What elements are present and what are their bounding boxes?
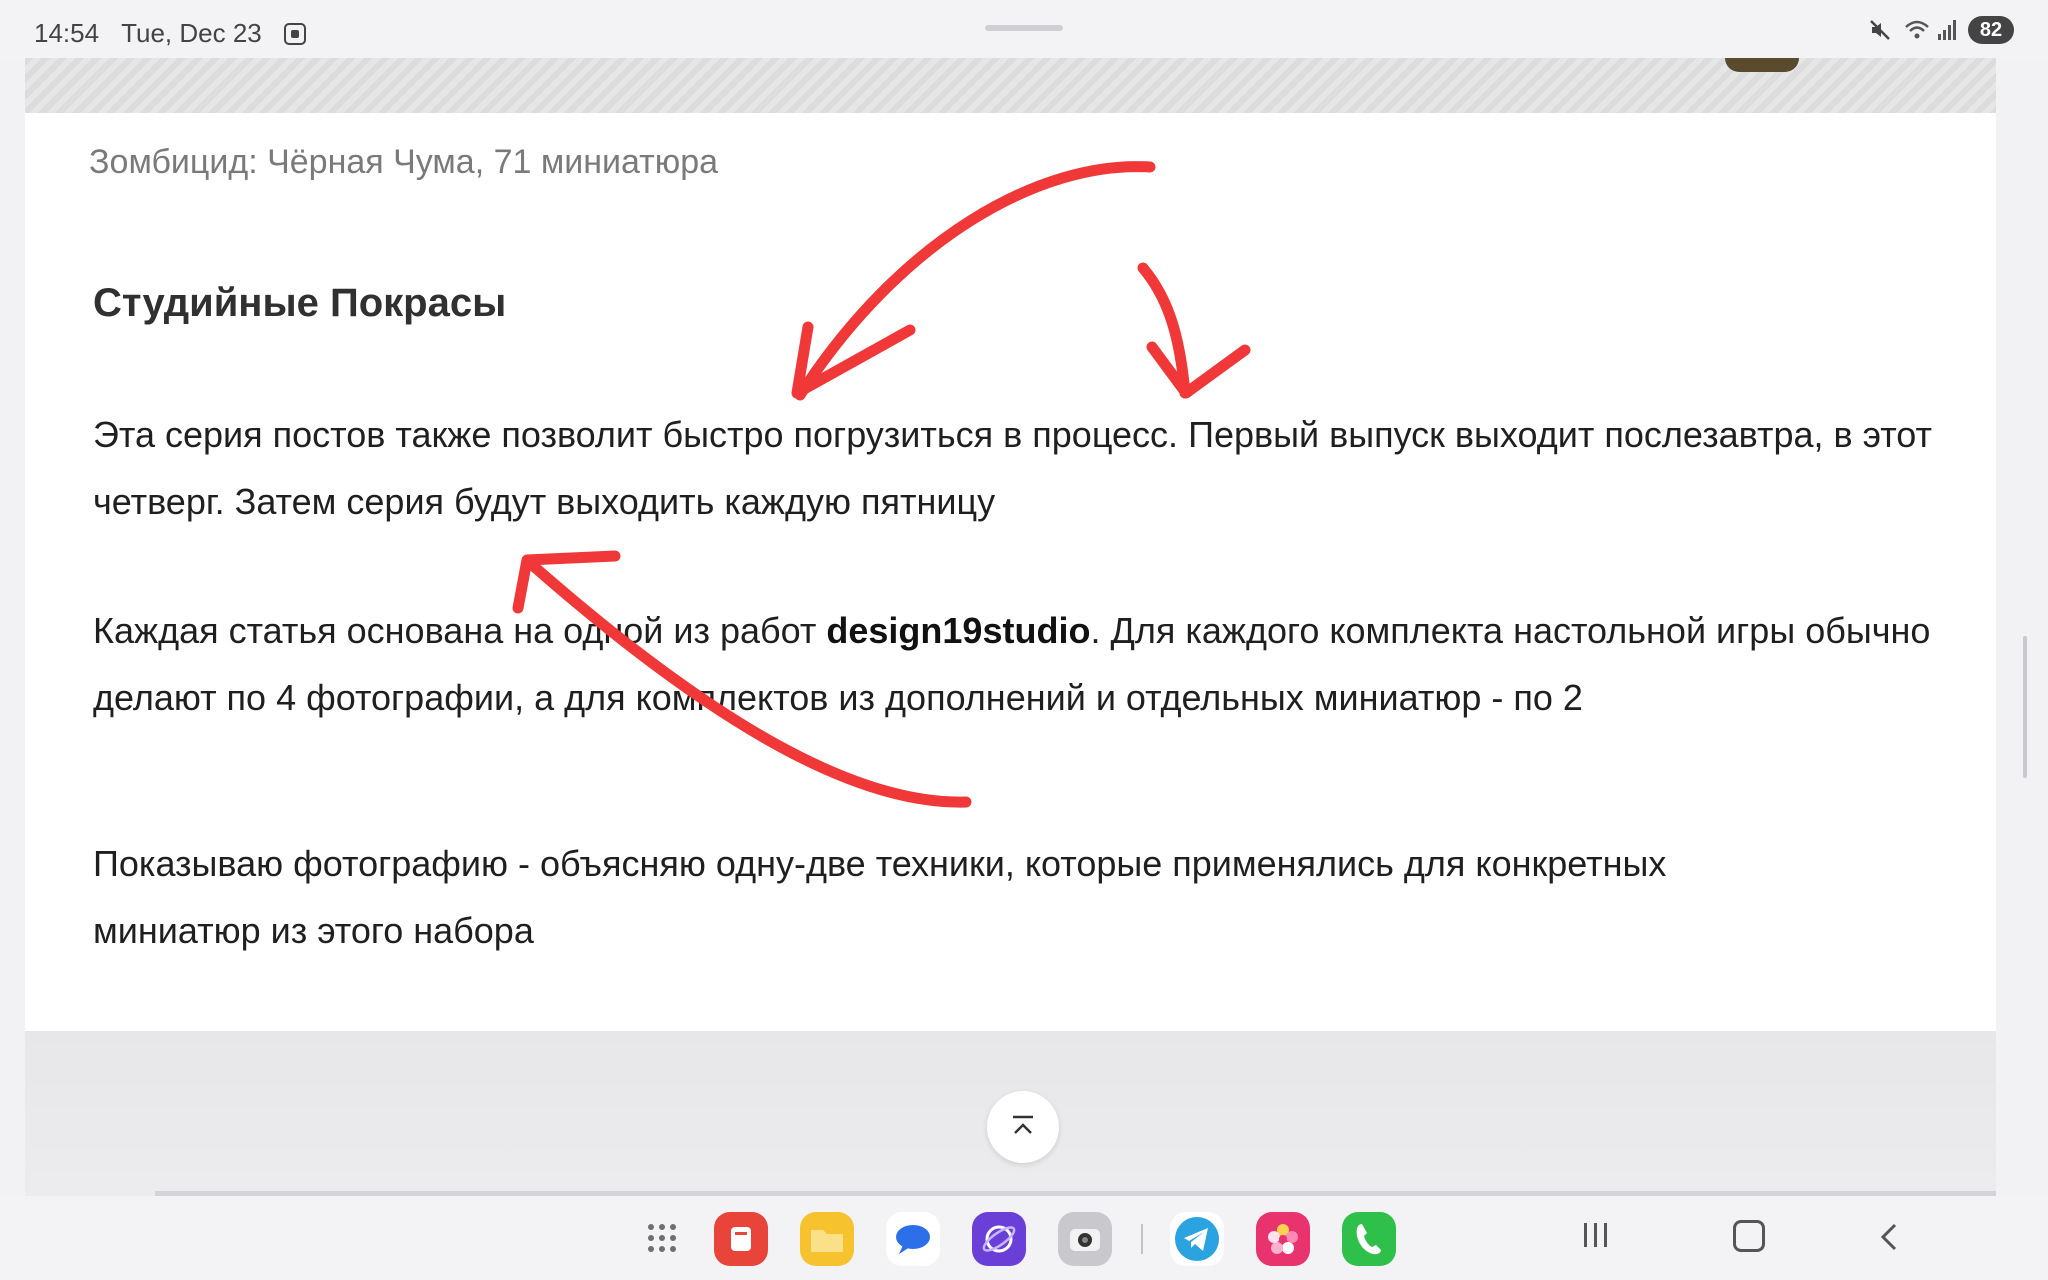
image-caption: Зомбицид: Чёрная Чума, 71 миниатюра	[89, 143, 719, 181]
article-card: Зомбицид: Чёрная Чума, 71 миниатюра Студ…	[25, 113, 1996, 1031]
app-drawer-icon[interactable]	[648, 1224, 676, 1252]
status-left: 14:54 Tue, Dec 23	[34, 18, 306, 49]
gallery-app-icon[interactable]	[1256, 1212, 1310, 1266]
paragraph-method-line2: миниатюр из этого набора	[93, 910, 534, 951]
screenshot-icon	[283, 22, 306, 45]
taskbar	[0, 1196, 2048, 1280]
date: Tue, Dec 23	[121, 18, 262, 48]
paragraph-source-start: Каждая статья основана на одной из работ	[93, 610, 827, 651]
window-handle[interactable]	[985, 25, 1063, 31]
clock: 14:54	[34, 18, 100, 48]
camera-app-icon[interactable]	[1058, 1212, 1112, 1266]
status-right: 82	[1868, 16, 2014, 44]
scroll-up-icon	[1013, 1115, 1033, 1134]
article-image	[25, 58, 1996, 113]
telegram-app-icon[interactable]	[1170, 1212, 1224, 1266]
section-heading: Студийные Покрасы	[93, 281, 507, 325]
paragraph-source: Каждая статья основана на одной из работ…	[93, 597, 1953, 731]
messages-app-icon[interactable]	[886, 1212, 940, 1266]
phone-app-icon[interactable]	[1342, 1212, 1396, 1266]
image-figure	[1725, 58, 1799, 72]
recents-icon[interactable]	[1584, 1223, 1614, 1247]
back-icon[interactable]	[1878, 1222, 1900, 1252]
files-app-icon[interactable]	[800, 1212, 854, 1266]
battery-badge: 82	[1968, 16, 2014, 44]
internet-browser-icon[interactable]	[972, 1212, 1026, 1266]
mute-icon	[1870, 20, 1890, 40]
paragraph-schedule: Эта серия постов также позволит быстро п…	[93, 414, 1933, 522]
scrollbar[interactable]	[2023, 636, 2027, 778]
home-icon[interactable]	[1733, 1220, 1765, 1252]
scroll-to-top-button[interactable]	[987, 1091, 1059, 1163]
wifi-icon	[1905, 20, 1929, 39]
studio-name: design19studio	[826, 610, 1091, 651]
notes-app-icon[interactable]	[714, 1212, 768, 1266]
signal-icon	[1938, 20, 1958, 40]
dock-divider	[1141, 1224, 1143, 1254]
paragraph-method-line1: Показываю фотографию - объясняю одну-две…	[93, 843, 1667, 884]
status-bar: 14:54 Tue, Dec 23 82	[0, 0, 2048, 58]
